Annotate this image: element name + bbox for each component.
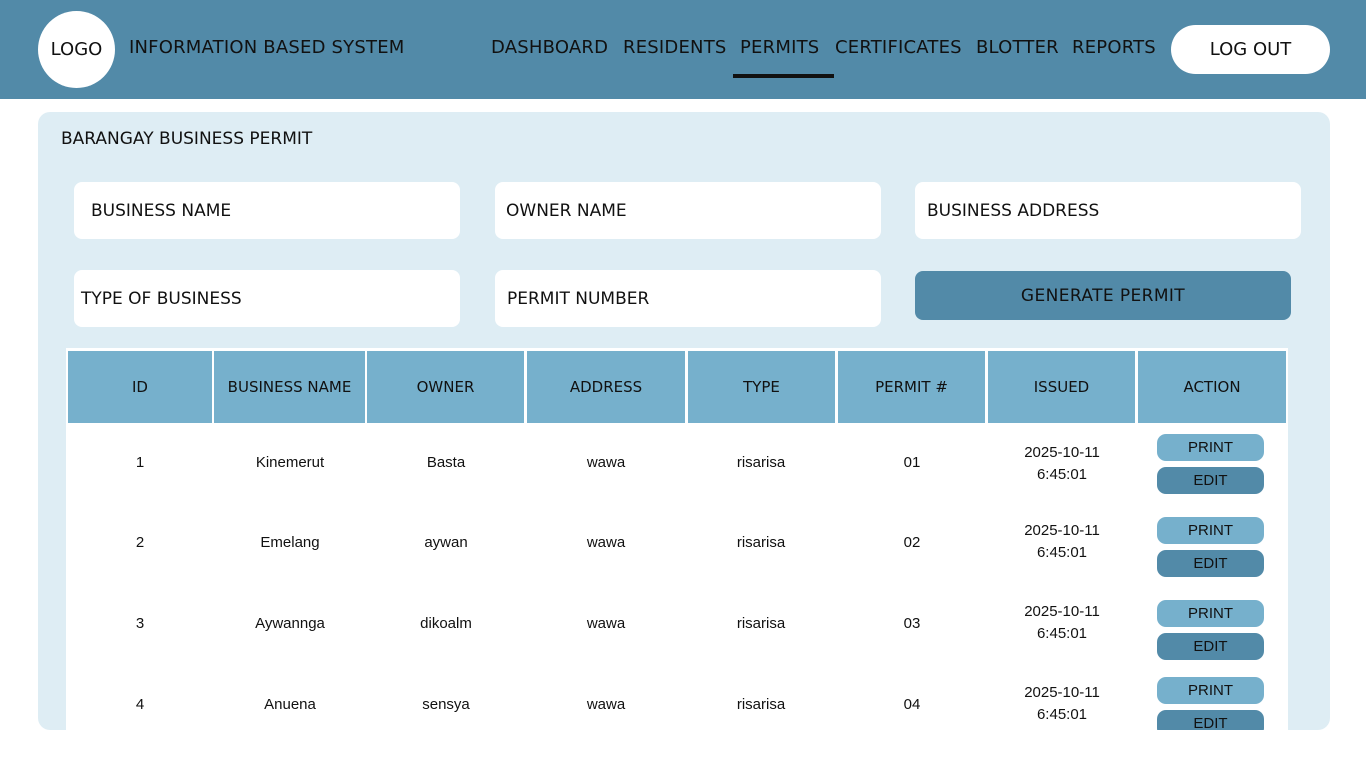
owner-name-placeholder: OWNER NAME bbox=[506, 200, 627, 221]
cell-permit-number: 03 bbox=[903, 615, 921, 632]
business-name-field[interactable]: BUSINESS NAME bbox=[74, 182, 460, 239]
print-button[interactable]: PRINT bbox=[1157, 434, 1264, 461]
cell-id: 4 bbox=[135, 696, 145, 713]
cell-address: wawa bbox=[586, 454, 626, 471]
type-of-business-field[interactable]: TYPE OF BUSINESS bbox=[74, 270, 460, 327]
nav-certificates[interactable]: CERTIFICATES bbox=[835, 37, 962, 58]
cell-owner: Basta bbox=[426, 454, 466, 471]
issued-time: 6:45:01 bbox=[1036, 544, 1088, 561]
cell-issued: 2025-10-11 6:45:01 bbox=[997, 442, 1127, 486]
generate-permit-button[interactable]: GENERATE PERMIT bbox=[915, 271, 1291, 320]
cell-type: risarisa bbox=[736, 615, 786, 632]
issued-date: 2025-10-11 bbox=[1024, 522, 1100, 539]
issued-date: 2025-10-11 bbox=[1024, 444, 1100, 461]
cell-type: risarisa bbox=[736, 534, 786, 551]
type-of-business-placeholder: TYPE OF BUSINESS bbox=[81, 288, 242, 309]
column-header-issued: ISSUED bbox=[988, 351, 1135, 423]
nav-residents[interactable]: RESIDENTS bbox=[623, 37, 727, 58]
permit-number-placeholder: PERMIT NUMBER bbox=[507, 288, 650, 309]
nav-dashboard[interactable]: DASHBOARD bbox=[491, 37, 608, 58]
cell-permit-number: 04 bbox=[903, 696, 921, 713]
cell-id: 2 bbox=[135, 534, 145, 551]
nav-reports[interactable]: REPORTS bbox=[1072, 37, 1156, 58]
column-header-id: ID bbox=[68, 351, 212, 423]
logo: LOGO bbox=[38, 11, 115, 88]
nav-blotter[interactable]: BLOTTER bbox=[976, 37, 1059, 58]
cell-id: 3 bbox=[135, 615, 145, 632]
column-header-address: ADDRESS bbox=[527, 351, 685, 423]
print-button[interactable]: PRINT bbox=[1157, 677, 1264, 704]
cell-business-name: Emelang bbox=[260, 534, 320, 551]
column-header-type: TYPE bbox=[688, 351, 835, 423]
issued-date: 2025-10-11 bbox=[1024, 684, 1100, 701]
permits-table: ID BUSINESS NAME OWNER ADDRESS TYPE PERM… bbox=[66, 348, 1288, 730]
issued-time: 6:45:01 bbox=[1036, 625, 1088, 642]
print-button[interactable]: PRINT bbox=[1157, 600, 1264, 627]
business-address-field[interactable]: BUSINESS ADDRESS bbox=[915, 182, 1301, 239]
edit-button[interactable]: EDIT bbox=[1157, 633, 1264, 660]
cell-address: wawa bbox=[586, 534, 626, 551]
cell-permit-number: 01 bbox=[903, 454, 921, 471]
print-button[interactable]: PRINT bbox=[1157, 517, 1264, 544]
cell-id: 1 bbox=[135, 454, 145, 471]
issued-date: 2025-10-11 bbox=[1024, 603, 1100, 620]
app-title: INFORMATION BASED SYSTEM bbox=[129, 37, 405, 58]
edit-button[interactable]: EDIT bbox=[1157, 550, 1264, 577]
column-header-permit-number: PERMIT # bbox=[838, 351, 985, 423]
cell-type: risarisa bbox=[736, 454, 786, 471]
cell-address: wawa bbox=[586, 615, 626, 632]
cell-business-name: Kinemerut bbox=[255, 454, 325, 471]
edit-button[interactable]: EDIT bbox=[1157, 467, 1264, 494]
edit-button[interactable]: EDIT bbox=[1157, 710, 1264, 730]
column-header-business-name: BUSINESS NAME bbox=[214, 351, 365, 423]
business-address-placeholder: BUSINESS ADDRESS bbox=[927, 200, 1100, 221]
cell-owner: aywan bbox=[424, 534, 468, 551]
permit-number-field[interactable]: PERMIT NUMBER bbox=[495, 270, 881, 327]
active-nav-indicator bbox=[733, 74, 834, 78]
top-navigation-bar: LOGO INFORMATION BASED SYSTEM DASHBOARD … bbox=[0, 0, 1366, 99]
cell-business-name: Aywannga bbox=[255, 615, 325, 632]
cell-business-name: Anuena bbox=[264, 696, 316, 713]
cell-type: risarisa bbox=[736, 696, 786, 713]
cell-issued: 2025-10-11 6:45:01 bbox=[997, 601, 1127, 645]
cell-address: wawa bbox=[586, 696, 626, 713]
column-header-action: ACTION bbox=[1138, 351, 1286, 423]
cell-owner: dikoalm bbox=[420, 615, 472, 632]
nav-permits[interactable]: PERMITS bbox=[740, 37, 819, 58]
cell-permit-number: 02 bbox=[903, 534, 921, 551]
issued-time: 6:45:01 bbox=[1036, 706, 1088, 723]
column-header-owner: OWNER bbox=[367, 351, 524, 423]
cell-issued: 2025-10-11 6:45:01 bbox=[997, 520, 1127, 564]
issued-time: 6:45:01 bbox=[1036, 466, 1088, 483]
owner-name-field[interactable]: OWNER NAME bbox=[495, 182, 881, 239]
logout-button[interactable]: LOG OUT bbox=[1171, 25, 1330, 74]
cell-owner: sensya bbox=[422, 696, 470, 713]
business-name-placeholder: BUSINESS NAME bbox=[91, 200, 232, 221]
page-title: BARANGAY BUSINESS PERMIT bbox=[61, 129, 313, 149]
cell-issued: 2025-10-11 6:45:01 bbox=[997, 682, 1127, 726]
